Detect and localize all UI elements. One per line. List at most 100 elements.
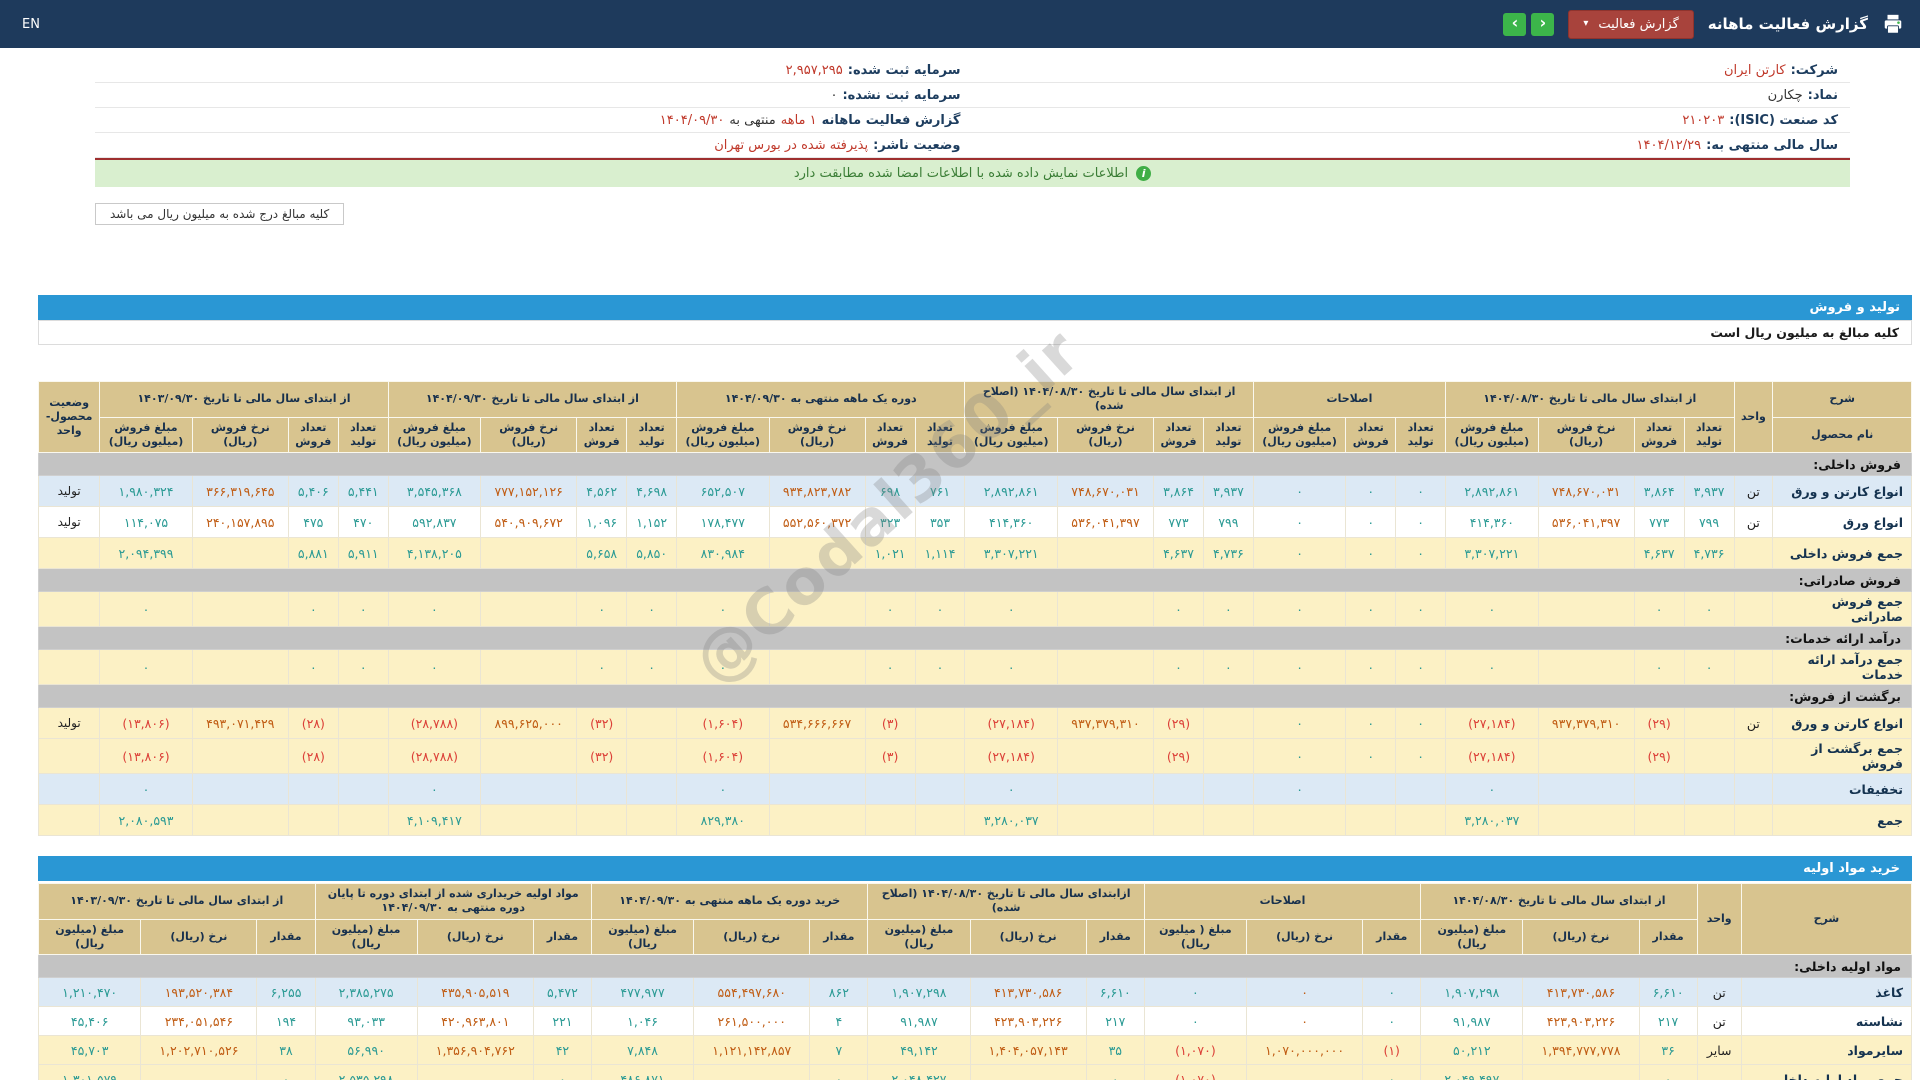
value-cell: ۵۹۲,۸۳۷ <box>387 506 482 539</box>
status-cell: تولید <box>37 707 101 740</box>
row-label-cell: جمع فروش صادراتی <box>1772 591 1912 628</box>
value-cell <box>191 537 289 570</box>
value-cell <box>140 1064 258 1080</box>
status-cell <box>37 773 101 806</box>
value-cell: ۵,۸۸۱ <box>287 537 339 570</box>
value-cell: ۴,۶۹۸ <box>626 475 678 508</box>
value-cell: ۰ <box>1445 591 1539 628</box>
value-cell: ۰ <box>1362 1006 1422 1037</box>
unit-cell <box>1733 804 1774 837</box>
column-header: اصلاحات <box>1143 883 1422 920</box>
value-cell <box>914 738 966 775</box>
column-header: از ابتدای سال مالی تا تاریخ ۱۴۰۴/۰۹/۳۰ <box>387 381 678 418</box>
next-report-button[interactable]: › <box>1531 12 1555 36</box>
column-header: مبلغ فروش (میلیون ریال) <box>964 416 1058 454</box>
value-cell: ۵۵۲,۵۶۰,۳۷۲ <box>768 506 866 539</box>
prev-report-button[interactable]: ‹ <box>1503 12 1527 36</box>
value-cell <box>1202 707 1254 740</box>
column-header: مقدار <box>532 918 592 956</box>
value-cell: ۹۳۷,۳۷۹,۳۱۰ <box>1056 707 1155 740</box>
value-cell: (۱۳,۸۰۶) <box>99 707 193 740</box>
value-cell: ۰ <box>1633 591 1685 628</box>
info-value: ۱۴۰۴/۰۹/۳۰ <box>659 112 725 128</box>
value-cell <box>480 738 578 775</box>
column-header: نرخ فروش (ریال) <box>480 416 578 454</box>
info-row: نماد: چکارن <box>972 83 1850 108</box>
value-cell: ۰ <box>1395 591 1447 628</box>
unit-cell: تن <box>1733 475 1774 508</box>
report-type-dropdown[interactable]: گزارش فعالیت ▾ <box>1568 9 1694 39</box>
value-cell: ۴۷۷,۹۷۷ <box>590 977 695 1008</box>
value-cell <box>191 773 289 806</box>
value-cell <box>1537 591 1635 628</box>
value-cell <box>1522 1064 1640 1080</box>
info-row: سال مالی منتهی به: ۱۴۰۴/۱۲/۲۹ <box>972 133 1850 158</box>
value-cell: ۱۹۳,۵۲۰,۳۸۴ <box>140 977 258 1008</box>
value-cell: ۰ <box>676 591 770 628</box>
value-cell: ۰ <box>387 649 482 686</box>
value-cell: (۲۷,۱۸۴) <box>1445 738 1539 775</box>
table-row: کاغذ تن ۶,۶۱۰ ۴۱۳,۷۳۰,۵۸۶ ۱,۹۰۷,۲۹۸ ۰ ۰ ۰ ۶,۶۱۰ ۴… <box>37 977 1913 1008</box>
value-cell: ۰ <box>1345 506 1397 539</box>
value-cell: (۱,۰۷۰) <box>1143 1064 1247 1080</box>
value-cell: ۰ <box>1395 707 1447 740</box>
value-cell: ۷۹۹ <box>1202 506 1254 539</box>
row-label-cell: انواع کارتن و ورق <box>1772 707 1912 740</box>
value-cell: ۴۷۰ <box>337 506 389 539</box>
section-row: درآمد ارائه خدمات: <box>38 626 1912 651</box>
value-cell <box>1345 804 1397 837</box>
column-header: مبلغ (میلیون ریال) <box>314 918 418 956</box>
value-cell: ۴,۵۶۲ <box>576 475 628 508</box>
value-cell: ۴۱۳,۷۳۰,۵۸۶ <box>1522 977 1640 1008</box>
column-header: واحد <box>1696 883 1742 956</box>
value-cell <box>864 773 916 806</box>
value-cell: ۰ <box>1395 738 1447 775</box>
value-cell: ۲۴۰,۱۵۷,۸۹۵ <box>191 506 289 539</box>
column-header: تعداد تولید <box>1395 416 1447 454</box>
value-cell: ۰ <box>626 649 678 686</box>
value-cell: ۲,۸۹۲,۸۶۱ <box>1445 475 1539 508</box>
language-toggle-en[interactable]: EN <box>22 17 40 32</box>
status-cell <box>37 649 101 686</box>
print-icon[interactable] <box>1882 13 1904 35</box>
value-cell <box>191 804 289 837</box>
status-cell: تولید <box>37 506 101 539</box>
value-cell: ۲۶۱,۵۰۰,۰۰۰ <box>693 1006 811 1037</box>
raw-materials-table: شرح واحد از ابتدای سال مالی تا تاریخ ۱۴۰۴/… <box>37 883 1913 1080</box>
value-cell: ۹۳,۰۳۳ <box>314 1006 418 1037</box>
info-value: کارتن ایران <box>1723 62 1786 78</box>
section-row: فروش صادراتی: <box>38 568 1912 593</box>
value-cell: ۷۹۹ <box>1683 506 1735 539</box>
value-cell: ۰ <box>1395 506 1447 539</box>
value-cell: ۳,۳۰۷,۲۲۱ <box>1445 537 1539 570</box>
value-cell: ۴۲۳,۹۰۳,۲۲۶ <box>1522 1006 1640 1037</box>
section-row: مواد اولیه داخلی: <box>38 954 1912 979</box>
value-cell: ۵۳۶,۰۴۱,۳۹۷ <box>1537 506 1635 539</box>
value-cell: ۰ <box>337 649 389 686</box>
value-cell: ۰ <box>626 591 678 628</box>
value-cell: ۰ <box>964 591 1058 628</box>
value-cell: ۴,۶۳۷ <box>1633 537 1685 570</box>
value-cell: ۱,۱۲۱,۱۴۲,۸۵۷ <box>693 1035 811 1066</box>
value-cell: ۱,۳۰۱,۵۷۹ <box>37 1064 142 1080</box>
value-cell <box>1537 738 1635 775</box>
value-cell: ۰ <box>1445 773 1539 806</box>
value-cell: ۴۲۳,۹۰۳,۲۲۶ <box>969 1006 1087 1037</box>
value-cell: ۰ <box>1085 1064 1145 1080</box>
amounts-unit-note-text: کلیه مبالغ درج شده به میلیون ریال می باش… <box>110 207 330 221</box>
value-cell <box>1202 773 1254 806</box>
value-cell: ۵۳۴,۶۶۶,۶۶۷ <box>768 707 866 740</box>
chevron-down-icon: ▾ <box>1583 18 1589 29</box>
value-cell: ۱۱۴,۰۷۵ <box>99 506 193 539</box>
value-cell <box>1537 649 1635 686</box>
value-cell: ۶,۲۵۵ <box>256 977 316 1008</box>
column-header: مقدار <box>256 918 316 956</box>
value-cell: ۴۲۰,۹۶۳,۸۰۱ <box>416 1006 534 1037</box>
company-info-left-column: سرمایه ثبت شده: ۲,۹۵۷,۲۹۵ سرمایه ثبت نشده:… <box>95 58 973 158</box>
header-row: شرح واحد از ابتدای سال مالی تا تاریخ ۱۴۰۴/… <box>37 380 1912 454</box>
column-header: تعداد فروش <box>864 416 916 454</box>
table-row: نشاسته تن ۲۱۷ ۴۲۳,۹۰۳,۲۲۶ ۹۱,۹۸۷ ۰ ۰ ۰ ۲۱۷ ۴۲۳,۹۰… <box>37 1006 1913 1037</box>
value-cell: ۲,۰۸۰,۵۹۳ <box>99 804 193 837</box>
column-header: مبلغ فروش (میلیون ریال) <box>99 416 193 454</box>
value-cell: ۰ <box>809 1064 869 1080</box>
